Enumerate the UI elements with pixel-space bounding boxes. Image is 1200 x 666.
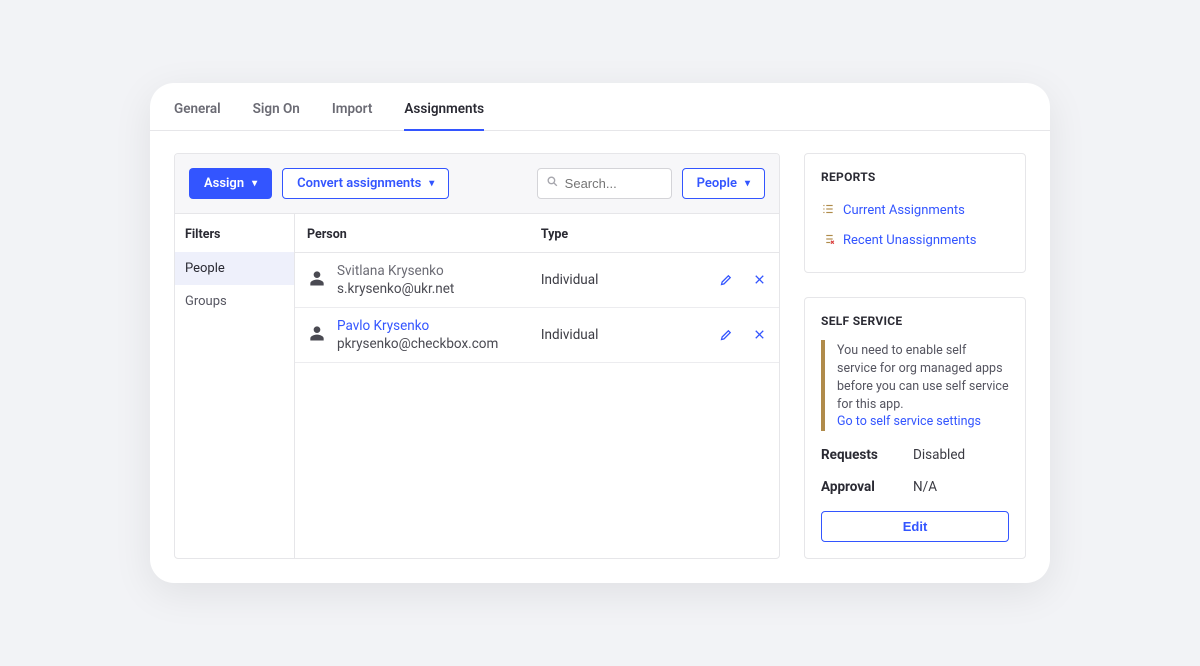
search-input[interactable] [565,176,663,191]
requests-row: Requests Disabled [821,447,1009,463]
filters-header: Filters [175,214,294,252]
person-email: pkrysenko@checkbox.com [337,336,498,352]
person-cell: Svitlana Krysenko s.krysenko@ukr.net [307,263,541,297]
requests-value: Disabled [913,447,965,463]
list-icon [821,202,835,220]
actions-cell [687,327,767,342]
tab-assignments[interactable]: Assignments [404,101,484,131]
approval-row: Approval N/A [821,479,1009,495]
self-service-title: SELF SERVICE [821,314,1009,328]
assign-button[interactable]: Assign [189,168,272,199]
person-text: Svitlana Krysenko s.krysenko@ukr.net [337,263,454,297]
edit-icon[interactable] [719,327,734,342]
reports-panel: REPORTS Current Assignments Recent Unass… [804,153,1026,273]
type-cell: Individual [541,327,687,343]
filter-people[interactable]: People [175,252,294,285]
actions-cell [687,272,767,287]
avatar-icon [307,323,327,347]
filter-groups[interactable]: Groups [175,285,294,318]
search-input-wrap [537,168,672,199]
filters-sidebar: Filters People Groups [175,214,295,559]
convert-button-label: Convert assignments [297,176,421,191]
main-area: Assign Convert assignments People [150,131,1050,584]
tab-sign-on[interactable]: Sign On [253,101,300,130]
right-sidebar: REPORTS Current Assignments Recent Unass… [804,153,1026,560]
scope-dropdown-label: People [697,176,737,191]
report-current-assignments[interactable]: Current Assignments [821,196,1009,226]
edit-icon[interactable] [719,272,734,287]
table-row: Svitlana Krysenko s.krysenko@ukr.net Ind… [295,253,779,308]
person-name: Svitlana Krysenko [337,263,454,279]
callout-text: You need to enable self service for org … [837,342,1009,415]
avatar-icon [307,268,327,292]
type-cell: Individual [541,272,687,288]
approval-label: Approval [821,479,893,495]
list-remove-icon [821,232,835,250]
scope-dropdown[interactable]: People [682,168,765,199]
self-service-callout: You need to enable self service for org … [821,340,1009,432]
report-link-label: Current Assignments [843,203,965,218]
self-service-settings-link[interactable]: Go to self service settings [837,414,1009,429]
approval-value: N/A [913,479,937,495]
tab-import[interactable]: Import [332,101,373,130]
convert-assignments-button[interactable]: Convert assignments [282,168,449,199]
col-person: Person [307,227,541,242]
body-split: Filters People Groups Person Type [175,214,779,559]
toolbar: Assign Convert assignments People [175,154,779,214]
person-name-link[interactable]: Pavlo Krysenko [337,318,498,334]
close-icon[interactable] [752,327,767,342]
person-cell: Pavlo Krysenko pkrysenko@checkbox.com [307,318,541,352]
self-service-panel: SELF SERVICE You need to enable self ser… [804,297,1026,560]
tab-general[interactable]: General [174,101,221,130]
close-icon[interactable] [752,272,767,287]
edit-button[interactable]: Edit [821,511,1009,542]
assignments-panel: Assign Convert assignments People [174,153,780,560]
requests-label: Requests [821,447,893,463]
col-type: Type [541,227,687,242]
table: Person Type Svitlana Krysenko s.krysenko… [295,214,779,559]
search-icon [546,175,559,192]
table-row: Pavlo Krysenko pkrysenko@checkbox.com In… [295,308,779,363]
table-header: Person Type [295,214,779,253]
report-recent-unassignments[interactable]: Recent Unassignments [821,226,1009,256]
app-card: General Sign On Import Assignments Assig… [150,83,1050,584]
person-text: Pavlo Krysenko pkrysenko@checkbox.com [337,318,498,352]
assign-button-label: Assign [204,176,244,191]
person-email: s.krysenko@ukr.net [337,281,454,297]
report-link-label: Recent Unassignments [843,233,976,248]
tab-bar: General Sign On Import Assignments [150,83,1050,131]
reports-title: REPORTS [821,170,1009,184]
